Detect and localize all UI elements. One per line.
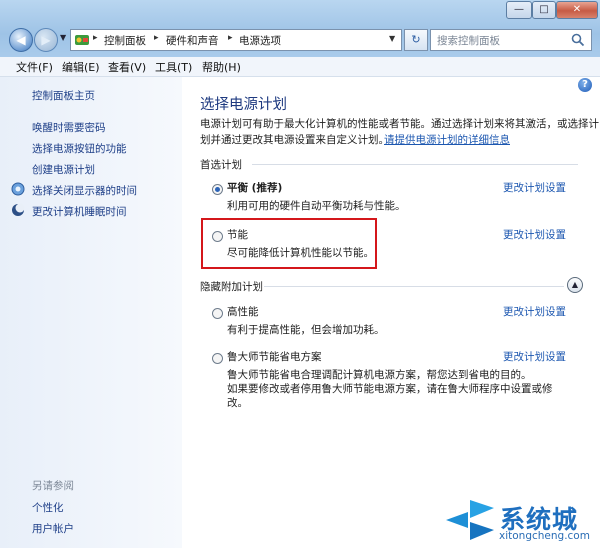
breadcrumb-separator: ▸ — [228, 33, 233, 43]
xitongcheng-logo-icon — [446, 500, 494, 540]
page-title: 选择电源计划 — [200, 97, 287, 113]
control-panel-icon — [75, 35, 89, 45]
breadcrumb-separator: ▸ — [154, 33, 159, 43]
high-performance-plan-radio[interactable] — [212, 308, 223, 319]
balanced-plan-radio[interactable] — [212, 184, 223, 195]
ludashi-plan-description-line-3: 改。 — [227, 397, 248, 409]
sidebar-item-sleep-time[interactable]: 更改计算机睡眠时间 — [32, 204, 127, 219]
address-bar[interactable]: ▸ 控制面板 ▸ 硬件和声音 ▸ 电源选项 ▼ — [70, 29, 402, 51]
menu-bar: 文件(F) 编辑(E) 查看(V) 工具(T) 帮助(H) — [0, 57, 600, 77]
ludashi-plan-description-line-2: 如果要修改或者停用鲁大师节能电源方案，请在鲁大师程序中设置或修 — [227, 383, 553, 395]
breadcrumb-separator: ▸ — [93, 33, 98, 43]
balanced-change-settings-link[interactable]: 更改计划设置 — [503, 180, 566, 195]
search-icon[interactable] — [571, 33, 585, 47]
search-placeholder: 搜索控制面板 — [437, 35, 500, 47]
search-box[interactable]: 搜索控制面板 — [430, 29, 592, 51]
menu-file[interactable]: 文件(F) — [16, 59, 53, 75]
breadcrumb-power-options[interactable]: 电源选项 — [239, 33, 281, 48]
sidebar-control-panel-home[interactable]: 控制面板主页 — [32, 88, 95, 103]
forward-button[interactable]: ▶ — [34, 28, 58, 52]
menu-help[interactable]: 帮助(H) — [202, 59, 241, 75]
window-titlebar: — □ ✕ ◀ ▶ ▼ ▸ 控制面板 ▸ 硬件和声音 ▸ 电源选项 ▼ ↻ 搜索… — [0, 0, 600, 57]
close-button[interactable]: ✕ — [556, 1, 598, 19]
high-performance-change-settings-link[interactable]: 更改计划设置 — [503, 304, 566, 319]
section-divider — [264, 286, 564, 287]
back-button[interactable]: ◀ — [9, 28, 33, 52]
power-saver-plan-description: 尽可能降低计算机性能以节能。 — [227, 247, 374, 259]
power-saver-plan-radio[interactable] — [212, 231, 223, 242]
see-also-user-accounts[interactable]: 用户帐户 — [32, 521, 74, 536]
power-saver-change-settings-link[interactable]: 更改计划设置 — [503, 227, 566, 242]
refresh-button[interactable]: ↻ — [404, 29, 428, 51]
high-performance-plan-description: 有利于提高性能，但会增加功耗。 — [227, 324, 385, 336]
ludashi-change-settings-link[interactable]: 更改计划设置 — [503, 349, 566, 364]
display-icon — [11, 182, 25, 196]
maximize-button[interactable]: □ — [532, 1, 556, 19]
menu-view[interactable]: 查看(V) — [108, 59, 146, 75]
ludashi-plan-radio[interactable] — [212, 353, 223, 364]
left-navigation-pane: 控制面板主页 唤醒时需要密码 选择电源按钮的功能 创建电源计划 选择关闭显示器的… — [0, 77, 182, 548]
minimize-button[interactable]: — — [506, 1, 532, 19]
description-line-2: 划并通过更改其电源设置来自定义计划。 — [200, 134, 389, 146]
hidden-plans-heading: 隐藏附加计划 — [200, 281, 263, 293]
breadcrumb-hardware-sound[interactable]: 硬件和声音 — [166, 33, 219, 48]
balanced-plan-description: 利用可用的硬件自动平衡功耗与性能。 — [227, 200, 406, 212]
sidebar-item-create-plan[interactable]: 创建电源计划 — [32, 162, 95, 177]
preferred-plans-heading: 首选计划 — [200, 159, 242, 171]
sidebar-item-require-password[interactable]: 唤醒时需要密码 — [32, 120, 106, 135]
section-divider — [252, 164, 578, 165]
sidebar-item-turn-off-display[interactable]: 选择关闭显示器的时间 — [32, 183, 137, 198]
ludashi-plan-description-line-1: 鲁大师节能省电合理调配计算机电源方案，帮您达到省电的目的。 — [227, 369, 532, 381]
high-performance-plan-name[interactable]: 高性能 — [227, 304, 259, 319]
see-also-personalization[interactable]: 个性化 — [32, 500, 64, 515]
sleep-moon-icon — [12, 203, 25, 216]
menu-edit[interactable]: 编辑(E) — [62, 59, 100, 75]
watermark-url: xitongcheng.com — [499, 530, 590, 542]
collapse-chevron-up-icon[interactable]: ▲ — [567, 277, 583, 293]
address-dropdown-icon[interactable]: ▼ — [389, 34, 395, 43]
recent-pages-dropdown-icon[interactable]: ▼ — [60, 33, 66, 42]
sidebar-item-power-button[interactable]: 选择电源按钮的功能 — [32, 141, 127, 156]
plan-details-link[interactable]: 请提供电源计划的详细信息 — [384, 132, 510, 147]
balanced-plan-name[interactable]: 平衡 (推荐) — [227, 180, 282, 195]
ludashi-plan-name[interactable]: 鲁大师节能省电方案 — [227, 349, 322, 364]
description-line-1: 电源计划可有助于最大化计算机的性能或者节能。通过选择计划来将其激活，或选择计 — [200, 118, 599, 130]
breadcrumb-control-panel[interactable]: 控制面板 — [104, 33, 146, 48]
help-icon[interactable]: ? — [578, 78, 592, 92]
highlight-box — [201, 218, 377, 269]
see-also-heading: 另请参阅 — [32, 480, 74, 492]
menu-tools[interactable]: 工具(T) — [155, 59, 192, 75]
power-saver-plan-name[interactable]: 节能 — [227, 227, 248, 242]
